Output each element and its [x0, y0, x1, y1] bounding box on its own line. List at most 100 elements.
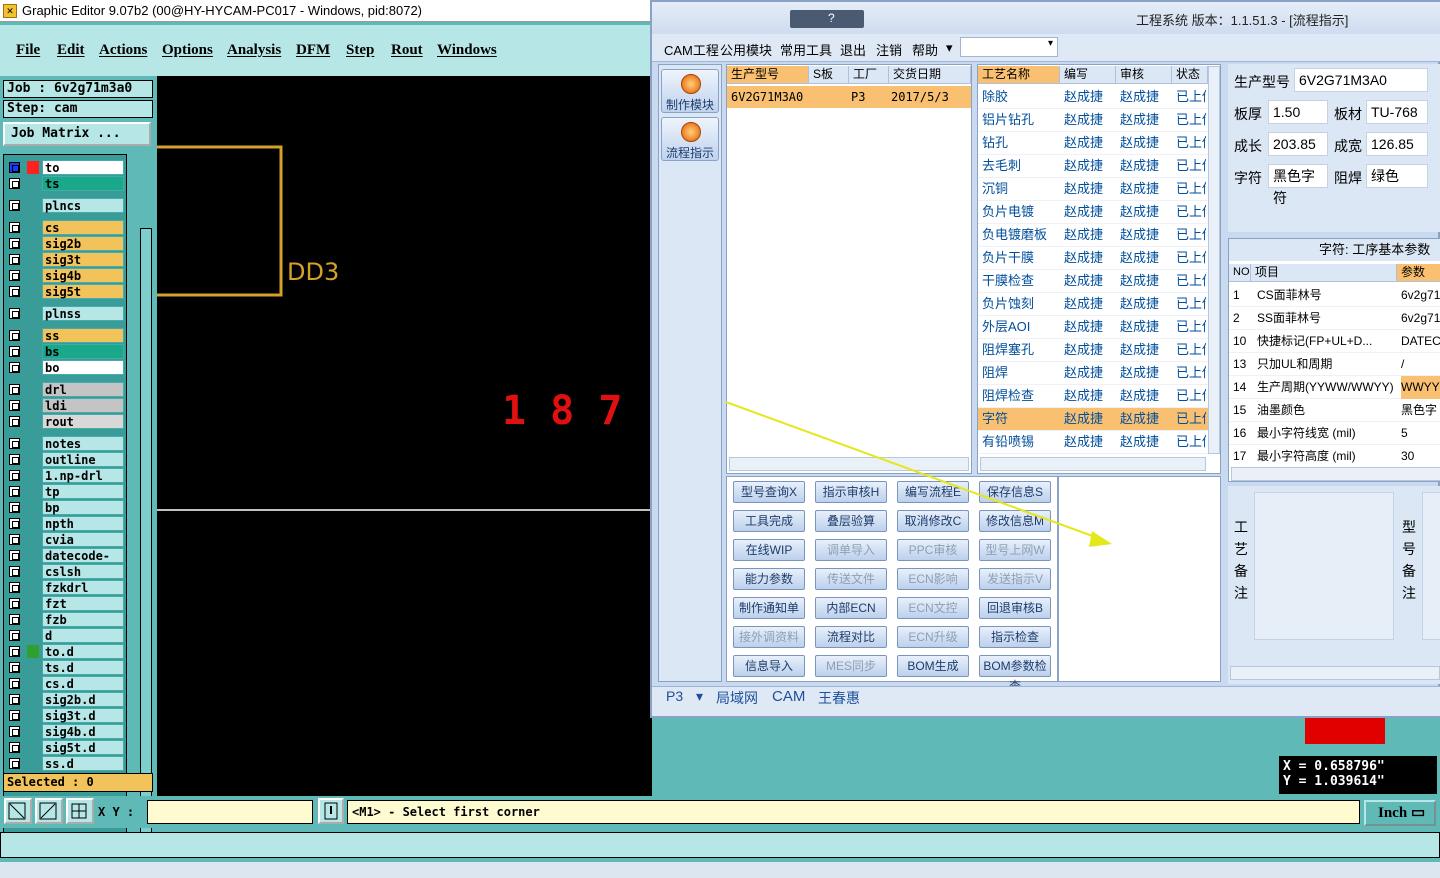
- layer-name[interactable]: fzkdrl: [42, 580, 124, 595]
- param-row[interactable]: 16 最小字符线宽 (mil) 5: [1229, 422, 1440, 445]
- layer-checkbox[interactable]: [9, 162, 20, 173]
- layer-checkbox[interactable]: [9, 470, 20, 481]
- layer-checkbox[interactable]: [9, 438, 20, 449]
- action-button[interactable]: 发送指示V: [979, 568, 1051, 590]
- layer-row[interactable]: drl: [6, 382, 126, 397]
- layer-name[interactable]: sig3t: [42, 252, 124, 267]
- menu-step[interactable]: Step: [346, 42, 374, 59]
- layer-checkbox[interactable]: [9, 330, 20, 341]
- process-row[interactable]: 钻孔 赵成捷 赵成捷 已上传: [978, 132, 1208, 155]
- width-field[interactable]: 126.85: [1366, 132, 1428, 156]
- action-button[interactable]: BOM生成: [897, 655, 969, 677]
- process-row[interactable]: 外层AOI 赵成捷 赵成捷 已上传: [978, 316, 1208, 339]
- process-row[interactable]: 阻焊 赵成捷 赵成捷 已上传: [978, 362, 1208, 385]
- layer-row[interactable]: fzb: [6, 612, 126, 627]
- layer-row[interactable]: tp: [6, 484, 126, 499]
- chevron-down-icon[interactable]: ▾: [946, 40, 953, 56]
- process-row[interactable]: 除胶 赵成捷 赵成捷 已上传: [978, 86, 1208, 109]
- col-param[interactable]: 参数: [1397, 264, 1440, 282]
- layer-name[interactable]: sig2b: [42, 236, 124, 251]
- layer-checkbox[interactable]: [9, 384, 20, 395]
- process-remark-field[interactable]: [1254, 492, 1394, 640]
- layer-row[interactable]: fzkdrl: [6, 580, 126, 595]
- layer-checkbox[interactable]: [9, 238, 20, 249]
- action-button[interactable]: 型号查询X: [733, 481, 805, 503]
- layer-row[interactable]: sig2b.d: [6, 692, 126, 707]
- layer-row[interactable]: sig4b.d: [6, 724, 126, 739]
- action-button[interactable]: 保存信息S: [979, 481, 1051, 503]
- menu-actions[interactable]: Actions: [99, 42, 147, 59]
- layer-name[interactable]: cs.d: [42, 676, 124, 691]
- param-row[interactable]: 17 最小字符高度 (mil) 30: [1229, 445, 1440, 468]
- layer-name[interactable]: to: [42, 160, 124, 175]
- thickness-field[interactable]: 1.50: [1268, 100, 1328, 124]
- layer-row[interactable]: sig4b: [6, 268, 126, 283]
- action-button[interactable]: ECN文控: [897, 597, 969, 619]
- layer-row[interactable]: cvia: [6, 532, 126, 547]
- menu-exit[interactable]: 退出: [840, 40, 866, 59]
- action-button[interactable]: 制作通知单: [733, 597, 805, 619]
- col-sboard[interactable]: S板: [809, 66, 849, 84]
- tab-user[interactable]: 王春惠: [818, 688, 860, 708]
- layer-row[interactable]: bo: [6, 360, 126, 375]
- make-module-button[interactable]: 制作模块: [661, 69, 719, 113]
- layer-checkbox[interactable]: [9, 534, 20, 545]
- param-row[interactable]: 2 SS面菲林号 6v2g71: [1229, 307, 1440, 330]
- layer-row[interactable]: sig3t: [6, 252, 126, 267]
- process-row[interactable]: 负片电镀 赵成捷 赵成捷 已上传: [978, 201, 1208, 224]
- action-button[interactable]: PPC审核: [897, 539, 969, 561]
- action-button[interactable]: 指示检查: [979, 626, 1051, 648]
- layer-name[interactable]: ts.d: [42, 660, 124, 675]
- layer-checkbox[interactable]: [9, 630, 20, 641]
- tab-p3[interactable]: P3: [666, 688, 683, 704]
- layer-name[interactable]: cs: [42, 220, 124, 235]
- char-field[interactable]: 黑色字符: [1268, 164, 1328, 206]
- menu-dfm[interactable]: DFM: [296, 42, 330, 59]
- menu-help[interactable]: 帮助: [912, 40, 938, 59]
- help-icon[interactable]: ?: [828, 11, 835, 25]
- menu-options[interactable]: Options: [162, 42, 213, 59]
- action-button[interactable]: 传送文件: [815, 568, 887, 590]
- layer-name[interactable]: to.d: [42, 644, 124, 659]
- layer-checkbox[interactable]: [9, 550, 20, 561]
- layer-checkbox[interactable]: [9, 222, 20, 233]
- param-hscroll[interactable]: [1231, 467, 1440, 481]
- col-model[interactable]: 生产型号: [727, 66, 809, 84]
- layer-row[interactable]: cs: [6, 220, 126, 235]
- layer-row[interactable]: sig5t.d: [6, 740, 126, 755]
- action-button[interactable]: ECN影响: [897, 568, 969, 590]
- xy-input[interactable]: [147, 800, 313, 824]
- layer-checkbox[interactable]: [9, 662, 20, 673]
- chevron-down-icon[interactable]: ▾: [696, 688, 703, 705]
- layer-name[interactable]: 1.np-drl: [42, 468, 124, 483]
- tab-lan[interactable]: 局域网: [716, 688, 758, 708]
- layer-name[interactable]: sig5t.d: [42, 740, 124, 755]
- layer-name[interactable]: d: [42, 628, 124, 643]
- layer-checkbox[interactable]: [9, 582, 20, 593]
- layer-checkbox[interactable]: [9, 308, 20, 319]
- col-no[interactable]: NO: [1229, 264, 1251, 282]
- window-controls[interactable]: ?: [790, 10, 864, 28]
- layer-checkbox[interactable]: [9, 566, 20, 577]
- layer-name[interactable]: plncs: [42, 198, 124, 213]
- layer-row[interactable]: npth: [6, 516, 126, 531]
- process-row[interactable]: 去毛刺 赵成捷 赵成捷 已上传: [978, 155, 1208, 178]
- menu-analysis[interactable]: Analysis: [227, 42, 281, 59]
- layer-name[interactable]: drl: [42, 382, 124, 397]
- action-button[interactable]: 型号上网W: [979, 539, 1051, 561]
- action-button[interactable]: 指示审核H: [815, 481, 887, 503]
- action-button[interactable]: 能力参数: [733, 568, 805, 590]
- layer-checkbox[interactable]: [9, 400, 20, 411]
- layer-checkbox[interactable]: [9, 286, 20, 297]
- remark-hscroll[interactable]: [1230, 666, 1440, 680]
- action-button[interactable]: 接外调资料: [733, 626, 805, 648]
- layer-row[interactable]: cslsh: [6, 564, 126, 579]
- layer-checkbox[interactable]: [9, 486, 20, 497]
- process-row[interactable]: 负片干膜 赵成捷 赵成捷 已上传: [978, 247, 1208, 270]
- layer-name[interactable]: sig4b: [42, 268, 124, 283]
- model-remark-field[interactable]: [1422, 492, 1440, 640]
- menu-cam[interactable]: CAM工程: [664, 40, 719, 59]
- param-row[interactable]: 1 CS面菲林号 6v2g71: [1229, 284, 1440, 307]
- layer-checkbox[interactable]: [9, 710, 20, 721]
- process-row[interactable]: 沉铜 赵成捷 赵成捷 已上传: [978, 178, 1208, 201]
